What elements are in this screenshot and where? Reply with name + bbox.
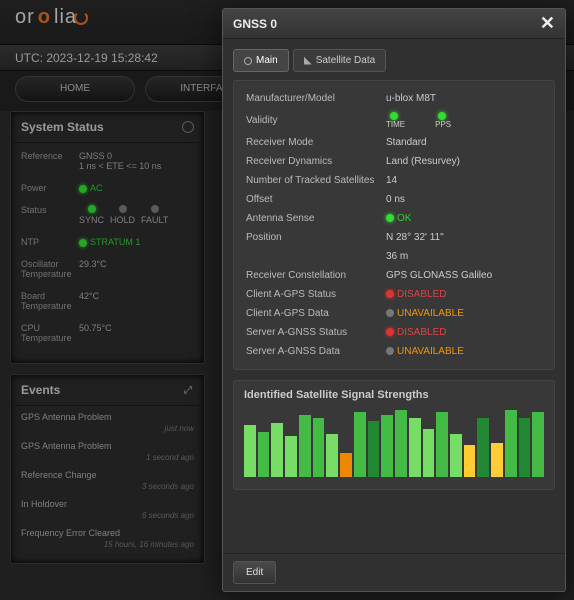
signal-bar (436, 412, 448, 477)
signal-bar (313, 418, 325, 477)
signal-bars-chart (244, 407, 544, 477)
lbl-const: Receiver Constellation (246, 270, 386, 281)
edit-button[interactable]: Edit (233, 561, 276, 584)
tab-satellite-data[interactable]: Satellite Data (293, 49, 386, 72)
sagnssd-dot-icon (386, 347, 394, 355)
lbl-cagpsd: Client A-GPS Data (246, 308, 386, 319)
lbl-rmode: Receiver Mode (246, 137, 386, 148)
signal-bar (505, 410, 517, 477)
val-manufacturer: u-blox M8T (386, 93, 542, 104)
val-rmode: Standard (386, 137, 542, 148)
info-panel: Manufacturer/Modelu-blox M8T Validity TI… (233, 80, 555, 370)
cagpss-dot-icon (386, 290, 394, 298)
tab-main-label: Main (256, 55, 278, 66)
signal-bar (368, 421, 380, 477)
lbl-validity: Validity (246, 115, 386, 126)
val-rdyn: Land (Resurvey) (386, 156, 542, 167)
signal-bar (423, 429, 435, 477)
signal-bar (299, 415, 311, 477)
lbl-offset: Offset (246, 194, 386, 205)
validity-pps: PPS (435, 120, 451, 129)
lbl-cagpss: Client A-GPS Status (246, 289, 386, 300)
val-sagnsss: DISABLED (397, 327, 446, 338)
cagpsd-dot-icon (386, 309, 394, 317)
close-icon[interactable]: ✕ (540, 13, 555, 34)
val-position: N 28° 32' 11" (386, 232, 542, 243)
validity-time: TIME (386, 120, 405, 129)
lbl-sagnssd: Server A-GNSS Data (246, 346, 386, 357)
lbl-antenna: Antenna Sense (246, 213, 386, 224)
lbl-position: Position (246, 232, 386, 243)
val-position2: 36 m (386, 251, 542, 262)
val-cagpss: DISABLED (397, 289, 446, 300)
lbl-sagnsss: Server A-GNSS Status (246, 327, 386, 338)
gnss-modal: GNSS 0 ✕ Main Satellite Data Manufacture… (222, 8, 566, 592)
val-cagpsd: UNAVAILABLE (397, 308, 464, 319)
info-circle-icon (244, 57, 252, 65)
signal-bar (285, 436, 297, 477)
validity-time-icon (390, 112, 398, 120)
lbl-nsat: Number of Tracked Satellites (246, 175, 386, 186)
signal-bar (450, 434, 462, 477)
signal-bar (340, 453, 352, 477)
tab-main[interactable]: Main (233, 49, 289, 72)
signal-bar (477, 418, 489, 477)
signal-bar (519, 418, 531, 477)
signal-bar (491, 443, 503, 477)
signal-bar (244, 425, 256, 477)
val-offset: 0 ns (386, 194, 542, 205)
signal-bar (258, 432, 270, 477)
modal-title: GNSS 0 (233, 17, 277, 31)
signal-bar (395, 410, 407, 477)
lbl-rdyn: Receiver Dynamics (246, 156, 386, 167)
signal-bar (532, 412, 544, 477)
signal-bar (409, 418, 421, 477)
sagnsss-dot-icon (386, 328, 394, 336)
signal-bar (354, 412, 366, 477)
signal-bar (326, 434, 338, 477)
val-antenna: OK (397, 213, 411, 224)
signal-icon (304, 57, 312, 65)
validity-pps-icon (438, 112, 446, 120)
val-const: GPS GLONASS Galileo (386, 270, 542, 281)
val-sagnssd: UNAVAILABLE (397, 346, 464, 357)
sig-title: Identified Satellite Signal Strengths (244, 389, 544, 401)
val-nsat: 14 (386, 175, 542, 186)
tab-sat-label: Satellite Data (316, 55, 375, 66)
signal-bar (381, 415, 393, 477)
antenna-dot-icon (386, 214, 394, 222)
signal-bar (464, 445, 476, 477)
signal-bar (271, 423, 283, 477)
lbl-manufacturer: Manufacturer/Model (246, 93, 386, 104)
signal-strength-panel: Identified Satellite Signal Strengths (233, 380, 555, 490)
